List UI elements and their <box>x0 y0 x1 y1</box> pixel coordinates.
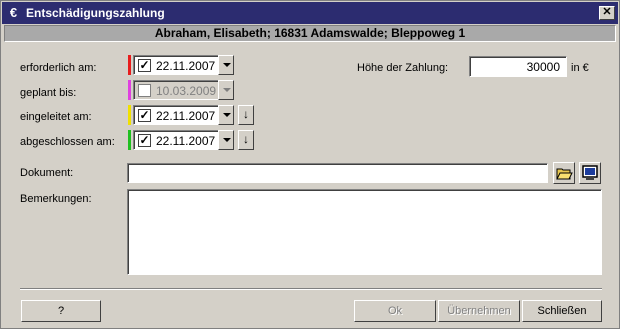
bemerkungen-textarea[interactable] <box>127 189 602 275</box>
erforderlich-dropdown-button[interactable] <box>218 55 234 75</box>
dokument-label: Dokument: <box>20 167 74 179</box>
payment-amount-input[interactable]: 30000 <box>469 56 567 77</box>
abgeschlossen-label: abgeschlossen am: <box>20 136 115 148</box>
eingeleitet-arrow-down-icon[interactable]: ↓ <box>238 105 254 125</box>
view-document-button[interactable] <box>579 162 601 184</box>
person-header: Abraham, Elisabeth; 16831 Adamswalde; Bl… <box>4 25 616 42</box>
eingeleitet-label: eingeleitet am: <box>20 111 92 123</box>
abgeschlossen-checkbox[interactable]: ✓ <box>138 134 151 147</box>
abgeschlossen-dropdown-button[interactable] <box>218 130 234 150</box>
status-color-bar-green <box>128 130 131 150</box>
title-bar[interactable]: € Entschädigungszahlung ✕ <box>2 2 618 24</box>
chevron-down-icon <box>223 63 231 67</box>
geplant-date-field[interactable]: 10.03.2009 <box>133 80 220 100</box>
help-button[interactable]: ? <box>21 300 101 322</box>
payment-label: Höhe der Zahlung: <box>357 62 449 74</box>
geplant-checkbox[interactable] <box>138 84 151 97</box>
abgeschlossen-date: 22.11.2007 <box>156 134 216 148</box>
footer-separator <box>20 288 602 290</box>
payment-amount: 30000 <box>526 60 560 74</box>
erforderlich-date-field[interactable]: ✓ 22.11.2007 <box>133 55 220 75</box>
status-color-bar-magenta <box>128 80 131 100</box>
apply-button[interactable]: Übernehmen <box>438 300 520 322</box>
close-button[interactable]: Schließen <box>522 300 602 322</box>
dialog-window: € Entschädigungszahlung ✕ Abraham, Elisa… <box>0 0 620 329</box>
eingeleitet-dropdown-button[interactable] <box>218 105 234 125</box>
bemerkungen-label: Bemerkungen: <box>20 193 92 205</box>
erforderlich-label: erforderlich am: <box>20 62 97 74</box>
euro-icon: € <box>9 5 18 20</box>
ok-button[interactable]: Ok <box>354 300 436 322</box>
abgeschlossen-date-field[interactable]: ✓ 22.11.2007 <box>133 130 220 150</box>
open-folder-button[interactable] <box>553 162 575 184</box>
geplant-date: 10.03.2009 <box>156 84 217 98</box>
abgeschlossen-arrow-down-icon[interactable]: ↓ <box>238 130 254 150</box>
chevron-down-icon <box>223 88 231 92</box>
eingeleitet-date: 22.11.2007 <box>156 109 216 123</box>
monitor-icon <box>582 165 598 180</box>
status-color-bar-red <box>128 55 131 75</box>
close-icon[interactable]: ✕ <box>599 6 615 20</box>
status-color-bar-yellow <box>128 105 131 125</box>
eingeleitet-date-field[interactable]: ✓ 22.11.2007 <box>133 105 220 125</box>
geplant-dropdown-button[interactable] <box>218 80 234 100</box>
eingeleitet-checkbox[interactable]: ✓ <box>138 109 151 122</box>
open-folder-icon <box>556 168 573 180</box>
chevron-down-icon <box>223 138 231 142</box>
erforderlich-date: 22.11.2007 <box>156 59 216 73</box>
erforderlich-checkbox[interactable]: ✓ <box>138 59 151 72</box>
window-title: Entschädigungszahlung <box>26 6 165 20</box>
geplant-label: geplant bis: <box>20 87 77 99</box>
dokument-input[interactable] <box>127 163 548 183</box>
chevron-down-icon <box>223 113 231 117</box>
payment-unit: in € <box>571 62 589 74</box>
